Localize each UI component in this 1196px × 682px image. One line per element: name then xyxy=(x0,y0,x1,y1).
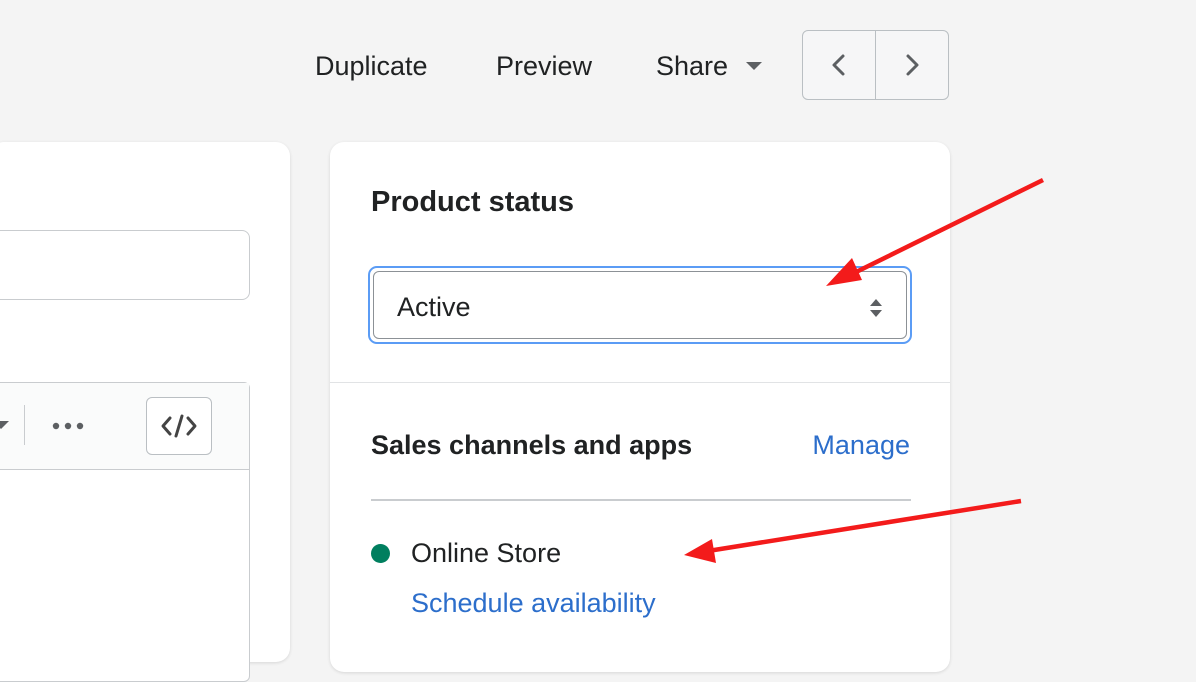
editor-toolbar xyxy=(0,383,249,470)
chevron-left-icon xyxy=(832,54,845,76)
select-box: Active xyxy=(373,271,907,339)
preview-button[interactable]: Preview xyxy=(496,30,592,102)
product-pagination xyxy=(802,30,949,100)
toolbar-divider xyxy=(24,405,25,445)
sales-channels-title: Sales channels and apps xyxy=(371,430,693,460)
online-store-status-dot xyxy=(371,544,390,563)
description-editor[interactable] xyxy=(0,382,250,682)
show-html-button[interactable] xyxy=(146,397,212,455)
product-status-title: Product status xyxy=(371,186,575,218)
product-status-select[interactable]: Active xyxy=(368,266,912,344)
duplicate-button[interactable]: Duplicate xyxy=(315,30,428,102)
more-formatting-button[interactable] xyxy=(51,411,85,441)
product-status-card: Product status Active Sales channels and… xyxy=(330,142,950,672)
horizontal-dots-icon xyxy=(52,422,84,430)
chevron-right-icon xyxy=(906,54,919,76)
previous-product-button[interactable] xyxy=(803,31,875,99)
product-details-card xyxy=(0,142,290,682)
online-store-label: Online Store xyxy=(411,538,562,568)
schedule-availability-link[interactable]: Schedule availability xyxy=(411,588,656,619)
channels-divider xyxy=(371,499,911,501)
title-input[interactable] xyxy=(0,230,250,300)
caret-down-icon xyxy=(746,61,763,70)
select-arrows-icon xyxy=(870,299,882,317)
manage-channels-link[interactable]: Manage xyxy=(812,430,910,461)
caret-down-icon[interactable] xyxy=(0,421,9,429)
section-divider xyxy=(330,382,950,383)
share-label: Share xyxy=(656,51,729,81)
selected-status: Active xyxy=(397,292,471,322)
next-product-button[interactable] xyxy=(875,31,948,99)
share-button[interactable]: Share xyxy=(656,30,763,102)
code-icon xyxy=(161,414,197,438)
top-action-bar: Duplicate Preview Share xyxy=(0,30,1196,102)
